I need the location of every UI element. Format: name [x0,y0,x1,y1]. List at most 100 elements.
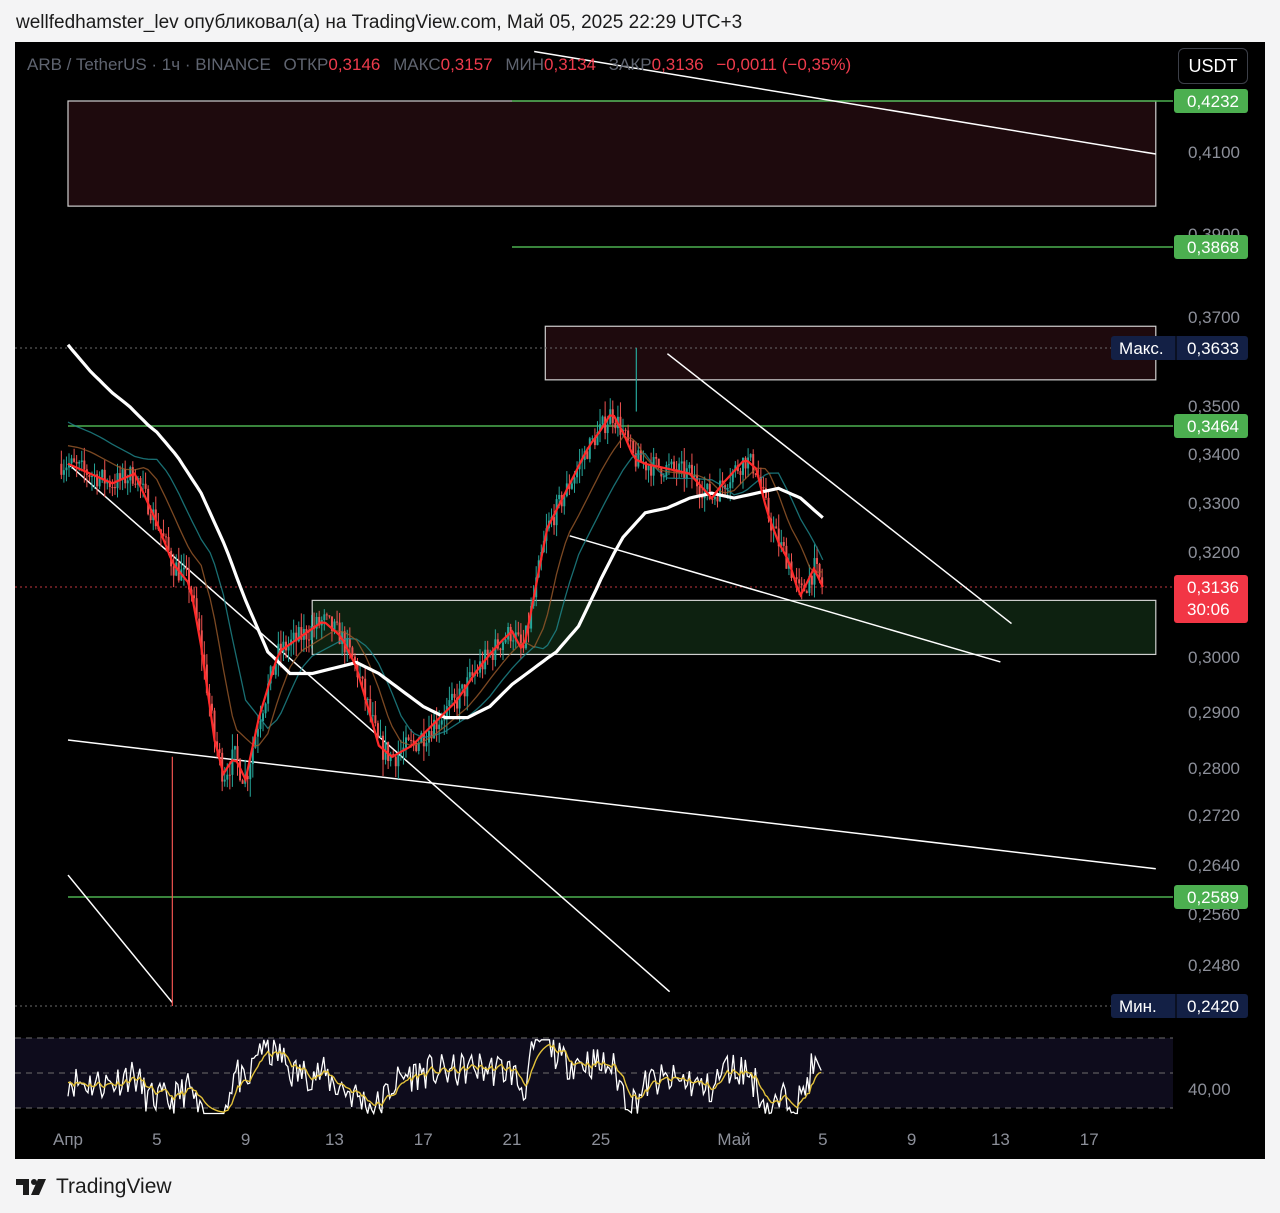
candle-body [713,496,716,500]
candle-body [144,483,147,489]
candle-body [292,632,295,640]
price-tick-label: 0,2480 [1188,956,1240,975]
candle-body [62,470,65,475]
candle-body [438,724,441,730]
levels-layer [68,100,1173,898]
candle-body [570,483,573,489]
price-tick-label: 0,3400 [1188,445,1240,464]
candle-body [185,567,188,570]
candle-body [366,698,369,700]
candle-body [629,440,632,442]
max-price-tag-label: Макс. [1119,339,1164,358]
time-tick-label: 13 [325,1130,344,1149]
candle-body [70,458,73,464]
candle-body [172,566,175,576]
footer: TradingView [16,1173,172,1201]
price-tick-label: 0,2800 [1188,759,1240,778]
candle-body [468,672,471,678]
candle-countdown: 30:06 [1187,600,1230,619]
candle-body [307,639,310,641]
price-tick-label: 0,3000 [1188,648,1240,667]
price-red-line [67,414,824,784]
candle-body [606,424,609,434]
chart-frame[interactable]: 0,4100 0,3900 0,3700 0,3500 0,3400 0,3300 0,32… [15,42,1265,1159]
candle-body [512,640,515,642]
candle-body [673,461,676,470]
candle-body [325,614,328,616]
time-tick-label: Апр [53,1130,83,1149]
candle-body [749,454,752,458]
candle-body [323,614,326,620]
candle-body [647,465,650,471]
price-tick-label: 0,3300 [1188,494,1240,513]
brand-name: TradingView [56,1175,172,1198]
candle-body [75,461,78,464]
candle-body [394,756,397,767]
candle-body [706,483,709,490]
candle-body [614,422,617,429]
candle-body [264,703,267,714]
candle-body [83,460,86,470]
candle-body [228,774,231,776]
candle-body [650,465,653,476]
time-tick-label: 17 [1080,1130,1099,1149]
candle-body [632,440,635,454]
low-label: МИН [505,55,545,74]
candle-body [818,563,821,578]
low-value: 0,3134 [544,55,597,74]
candle-body [101,469,104,478]
candle-body [448,700,451,707]
candle-body [782,542,785,546]
candle-body [165,536,168,538]
zones-layer [67,100,1157,656]
candle-body [241,780,244,784]
dotted-lines-layer [15,347,1173,1007]
candle-body [149,514,152,521]
level-price-tag-label: 0,4232 [1187,92,1239,111]
candle-body [698,486,701,495]
level-price-tag-label: 0,3868 [1187,238,1239,257]
candle-body [627,430,630,441]
candle-body [440,720,443,725]
candle-body [73,458,76,462]
candle-body [744,457,747,469]
candle-body [142,483,145,485]
price-tick-label: 0,2900 [1188,703,1240,722]
candle-body [233,746,236,750]
candle-body [348,638,351,648]
candle-body [371,715,374,717]
high-label: МАКС [393,55,441,74]
candle-body [223,779,226,782]
time-tick-label: Май [717,1130,750,1149]
close-label: ЗАКР [608,55,652,74]
candle-body [134,483,137,485]
candle-body [259,721,262,730]
candle-body [65,467,68,471]
candle-body [499,648,502,651]
supply-zone [67,100,1157,207]
candle-body [111,487,114,489]
candle-body [729,482,732,489]
candle-body [486,649,489,655]
candle-body [816,558,819,564]
level-price-tag-label: 0,3464 [1187,417,1239,436]
time-tick-label: 25 [591,1130,610,1149]
candle-body [443,719,446,721]
time-tick-label: 9 [241,1130,250,1149]
candle-body [407,737,410,740]
currency-button[interactable]: USDT [1178,48,1248,84]
candle-body [670,461,673,465]
candle-body [739,471,742,475]
candle-body [601,416,604,425]
candle-body [798,579,801,584]
time-tick-label: 5 [152,1130,161,1149]
candle-body [328,615,331,617]
price-tick-label: 0,2640 [1188,856,1240,875]
candle-body [113,487,116,489]
symbol-legend: ARB / TetherUS · 1ч · BINANCE ОТКР0,3146… [27,55,851,75]
candle-body [336,621,339,623]
tradingview-logo-icon [16,1179,46,1195]
price-chart[interactable]: 0,41000,39000,37000,35000,34000,33000,32… [15,42,1265,1159]
time-tick-label: 13 [991,1130,1010,1149]
trendline [67,874,173,1004]
